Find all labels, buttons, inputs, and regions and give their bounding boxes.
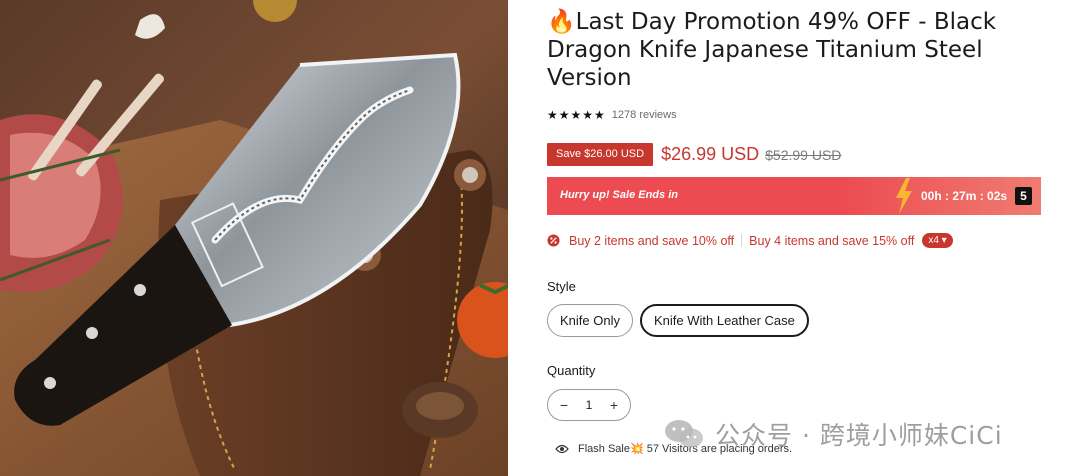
save-badge: Save $26.00 USD bbox=[547, 143, 654, 166]
sale-price: $26.99 USD bbox=[661, 144, 760, 164]
bundle-offer[interactable]: Buy 2 items and save 10% off Buy 4 items… bbox=[547, 233, 953, 248]
eye-icon bbox=[555, 444, 569, 453]
percent-badge-icon bbox=[547, 234, 560, 247]
quantity-value[interactable]: 1 bbox=[586, 398, 593, 412]
countdown-extra: 5 bbox=[1015, 187, 1032, 205]
offer-multiplier-dropdown[interactable]: x4 ▾ bbox=[922, 233, 953, 248]
price-row: Save $26.00 USD $26.99 USD $52.99 USD bbox=[547, 143, 841, 166]
style-option-knife-with-case[interactable]: Knife With Leather Case bbox=[639, 304, 809, 337]
increase-button[interactable]: + bbox=[608, 397, 620, 413]
product-title: 🔥Last Day Promotion 49% OFF - Black Drag… bbox=[547, 9, 997, 91]
star-icon: ★★★★★ bbox=[547, 108, 606, 122]
style-options: Knife Only Knife With Leather Case bbox=[547, 304, 816, 337]
decrease-button[interactable]: − bbox=[558, 397, 570, 413]
product-image[interactable] bbox=[0, 0, 508, 476]
original-price: $52.99 USD bbox=[765, 146, 842, 163]
quantity-stepper: − 1 + bbox=[547, 389, 631, 421]
quantity-label: Quantity bbox=[547, 363, 596, 378]
wechat-icon bbox=[665, 420, 703, 448]
wechat-watermark: 公众号 · 跨境小师妹CiCi bbox=[663, 416, 1003, 452]
lightning-icon bbox=[896, 178, 912, 214]
countdown-label: Hurry up! Sale Ends in bbox=[560, 189, 678, 201]
offer-tier-4: Buy 4 items and save 15% off bbox=[749, 233, 915, 248]
watermark-text: 公众号 · 跨境小师妹CiCi bbox=[715, 421, 1003, 450]
style-label: Style bbox=[547, 279, 576, 294]
style-option-knife-only[interactable]: Knife Only bbox=[547, 304, 633, 337]
countdown-timer: 00h : 27m : 02s bbox=[921, 189, 1008, 203]
offer-divider bbox=[741, 234, 743, 247]
offer-tier-2: Buy 2 items and save 10% off bbox=[569, 233, 735, 248]
countdown-bar: Hurry up! Sale Ends in 00h : 27m : 02s 5 bbox=[547, 177, 1041, 215]
product-info: 🔥Last Day Promotion 49% OFF - Black Drag… bbox=[547, 0, 1057, 476]
rating[interactable]: ★★★★★ 1278 reviews bbox=[547, 108, 677, 122]
review-count[interactable]: 1278 reviews bbox=[612, 109, 677, 121]
